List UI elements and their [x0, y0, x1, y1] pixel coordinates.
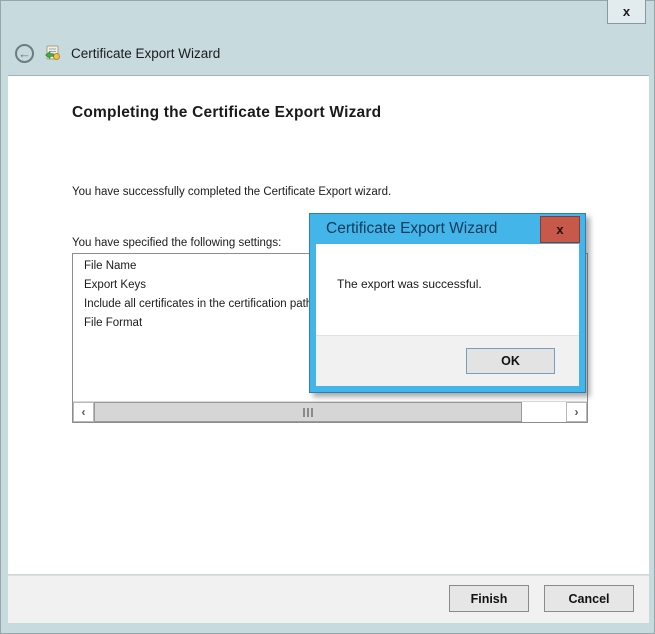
wizard-button-bar: Finish Cancel [8, 575, 649, 623]
scroll-right-icon: › [575, 406, 579, 418]
scroll-right-button[interactable]: › [566, 402, 587, 422]
dialog-message: The export was successful. [337, 277, 482, 291]
cancel-button[interactable]: Cancel [544, 585, 634, 612]
horizontal-scrollbar[interactable]: ‹ › [73, 401, 587, 422]
wizard-header: ← Certificate Export Wizard [1, 37, 654, 69]
export-success-dialog: Certificate Export Wizard x The export w… [309, 213, 586, 393]
grip-icon [307, 408, 309, 417]
dialog-titlebar[interactable]: Certificate Export Wizard x [310, 214, 585, 244]
dialog-footer: OK [316, 335, 579, 386]
window-title: Certificate Export Wizard [71, 46, 220, 61]
close-icon: x [556, 223, 563, 236]
grip-icon [303, 408, 305, 417]
certificate-export-wizard-window: x ← Certificate Export Wizard Completing… [0, 0, 655, 634]
back-button[interactable]: ← [15, 44, 34, 63]
dialog-message-area: The export was successful. [316, 244, 579, 335]
completion-text: You have successfully completed the Cert… [72, 186, 391, 198]
grip-icon [311, 408, 313, 417]
finish-button[interactable]: Finish [449, 585, 529, 612]
window-close-button[interactable]: x [607, 0, 646, 24]
page-heading: Completing the Certificate Export Wizard [72, 104, 381, 122]
scroll-left-icon: ‹ [82, 406, 86, 418]
dialog-body: The export was successful. OK [316, 244, 579, 386]
certificate-export-icon [45, 45, 62, 62]
ok-button[interactable]: OK [466, 348, 555, 374]
scroll-left-button[interactable]: ‹ [73, 402, 94, 422]
scrollbar-thumb[interactable] [94, 402, 522, 422]
dialog-title: Certificate Export Wizard [326, 220, 497, 238]
close-icon: x [623, 5, 630, 18]
scrollbar-track[interactable] [522, 402, 566, 422]
dialog-close-button[interactable]: x [540, 216, 580, 243]
back-arrow-icon: ← [18, 47, 31, 60]
settings-intro-text: You have specified the following setting… [72, 237, 281, 249]
